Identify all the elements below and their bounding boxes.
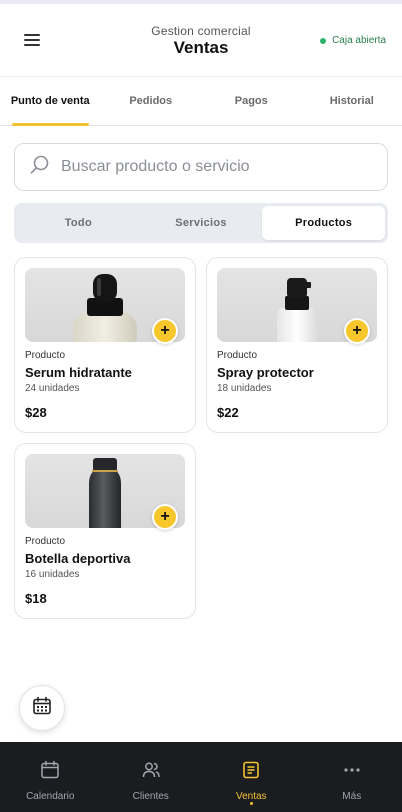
nav-label: Clientes bbox=[132, 791, 169, 802]
filter-servicios[interactable]: Servicios bbox=[140, 206, 263, 240]
product-type: Producto bbox=[25, 350, 66, 361]
product-name: Serum hidratante bbox=[25, 365, 132, 380]
tab-pedidos[interactable]: Pedidos bbox=[101, 77, 202, 125]
add-to-cart-button[interactable]: + bbox=[152, 318, 178, 344]
nav-clientes[interactable]: Clientes bbox=[101, 742, 202, 812]
users-icon bbox=[141, 760, 161, 785]
product-type: Producto bbox=[25, 536, 66, 547]
product-stock: 18 unidades bbox=[217, 383, 272, 394]
nav-calendario[interactable]: Calendario bbox=[0, 742, 101, 812]
tab-historial[interactable]: Historial bbox=[302, 77, 402, 125]
filter-todo[interactable]: Todo bbox=[17, 206, 140, 240]
nav-label: Calendario bbox=[26, 791, 75, 802]
app-header: Gestion comercial Ventas Caja abierta bbox=[0, 4, 402, 76]
nav-ventas[interactable]: Ventas bbox=[201, 742, 302, 812]
product-name: Botella deportiva bbox=[25, 551, 131, 566]
calendar-icon bbox=[40, 760, 60, 785]
nav-label: Ventas bbox=[235, 791, 267, 802]
product-card-botella[interactable]: + Producto Botella deportiva 16 unidades… bbox=[14, 443, 196, 619]
product-price: $28 bbox=[25, 405, 47, 420]
product-card-spray[interactable]: + Producto Spray protector 18 unidades $… bbox=[206, 257, 388, 433]
product-price: $22 bbox=[217, 405, 239, 420]
more-icon bbox=[342, 760, 362, 785]
receipt-icon bbox=[241, 760, 261, 785]
tab-punto-de-venta[interactable]: Punto de venta bbox=[0, 77, 101, 126]
product-stock: 16 unidades bbox=[25, 569, 80, 580]
search-icon bbox=[29, 154, 51, 181]
bottom-navigation: Calendario Clientes Ventas Más bbox=[0, 742, 402, 812]
calendar-grid-icon bbox=[32, 696, 52, 721]
tab-pagos[interactable]: Pagos bbox=[201, 77, 302, 125]
product-price: $18 bbox=[25, 591, 47, 606]
product-card-serum[interactable]: + Producto Serum hidratante 24 unidades … bbox=[14, 257, 196, 433]
nav-mas[interactable]: Más bbox=[302, 742, 402, 812]
search-input[interactable] bbox=[61, 158, 361, 176]
filter-productos[interactable]: Productos bbox=[262, 206, 386, 240]
product-type: Producto bbox=[217, 350, 258, 361]
add-to-cart-button[interactable]: + bbox=[152, 504, 178, 530]
product-stock: 24 unidades bbox=[25, 383, 80, 394]
product-name: Spray protector bbox=[217, 365, 314, 380]
nav-label: Más bbox=[342, 791, 362, 802]
section-tabs: Punto de venta Pedidos Pagos Historial bbox=[0, 76, 402, 126]
status-dot-icon bbox=[320, 37, 327, 44]
calendar-fab-button[interactable] bbox=[19, 685, 65, 731]
category-filter: Todo Servicios Productos bbox=[14, 203, 388, 243]
register-status-badge: Caja abierta bbox=[320, 35, 386, 46]
search-bar bbox=[14, 143, 388, 191]
status-label: Caja abierta bbox=[332, 35, 386, 46]
active-indicator bbox=[249, 802, 253, 805]
add-to-cart-button[interactable]: + bbox=[344, 318, 370, 344]
